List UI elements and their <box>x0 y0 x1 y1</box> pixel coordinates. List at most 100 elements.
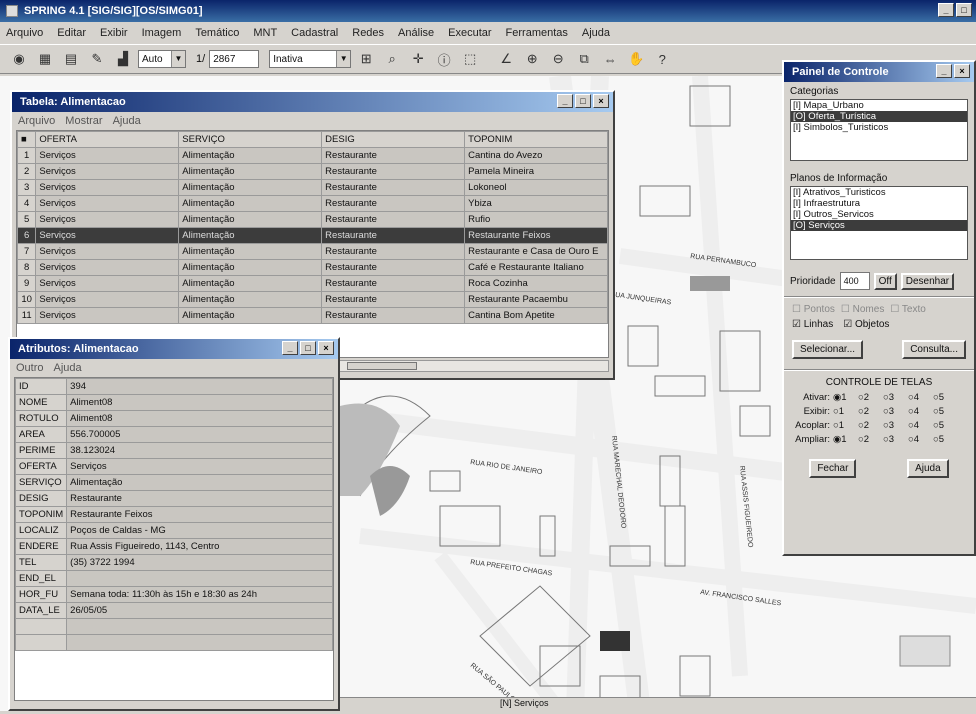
row-number[interactable]: 10 <box>17 291 37 308</box>
table-cell[interactable]: Restaurante <box>321 307 466 324</box>
screen-radio[interactable]: ○3 <box>883 420 905 431</box>
table-cell[interactable]: Restaurante Feixos <box>464 227 608 244</box>
row-number[interactable]: 7 <box>17 243 37 260</box>
menu-item[interactable]: Imagem <box>142 27 182 39</box>
edit-line-icon[interactable]: ∠ <box>495 48 518 70</box>
attribute-row[interactable]: NOME Aliment08 <box>15 394 333 411</box>
menu-item[interactable]: Ajuda <box>54 362 82 374</box>
attribute-value[interactable]: Aliment08 <box>66 394 333 411</box>
menu-item[interactable]: Mostrar <box>65 115 102 127</box>
table-row[interactable]: 9 Serviços Alimentação Restaurante Roca Cozi… <box>17 275 608 292</box>
attribute-value[interactable] <box>66 634 333 651</box>
screen-radio[interactable]: ◉1 <box>833 434 855 445</box>
minimize-button[interactable]: _ <box>282 341 298 355</box>
attribute-row[interactable]: ID 394 <box>15 378 333 395</box>
zoom-in-icon[interactable]: ⊕ <box>521 48 544 70</box>
attribute-row[interactable] <box>15 634 333 651</box>
table-cell[interactable]: Alimentação <box>178 195 323 212</box>
pan-icon[interactable]: ⇔ <box>599 48 622 70</box>
nodes-checkbox[interactable]: ☐ Nomes <box>841 304 884 315</box>
row-number[interactable]: 9 <box>17 275 37 292</box>
table-row[interactable]: 5 Serviços Alimentação Restaurante Rufio <box>17 211 608 228</box>
objects-checkbox[interactable]: ☑ Objetos <box>843 319 889 330</box>
table-row[interactable]: 1 Serviços Alimentação Restaurante Cantina d… <box>17 147 608 164</box>
attribute-value[interactable]: Rua Assis Figueiredo, 1143, Centro <box>66 538 333 555</box>
view-select[interactable]: Inativa ▼ <box>269 50 352 68</box>
select-button[interactable]: Selecionar... <box>792 340 864 359</box>
attributes-table[interactable]: ID 394 NOME Aliment08 ROTULO Aliment08 AREA 556… <box>15 378 333 651</box>
table-cell[interactable]: Restaurante <box>321 147 466 164</box>
attribute-table[interactable]: ■ OFERTA SERVIÇO DESIG TOPONIM 1 Serviços Alim… <box>17 131 608 324</box>
attribute-row[interactable]: HOR_FU Semana toda: 11:30h às 15h e 18:30… <box>15 586 333 603</box>
info-plane-item[interactable]: [I] Atrativos_Turisticos <box>791 187 967 198</box>
table-cell[interactable]: Ybiza <box>464 195 608 212</box>
table-cell[interactable]: Serviços <box>35 227 180 244</box>
screen-radio[interactable]: ○5 <box>933 406 955 417</box>
attribute-value[interactable]: 556.700005 <box>66 426 333 443</box>
attribute-value[interactable]: 38.123024 <box>66 442 333 459</box>
row-number[interactable]: 11 <box>17 307 37 324</box>
menu-item[interactable]: Editar <box>57 27 86 39</box>
screen-radio[interactable]: ○5 <box>933 392 955 403</box>
category-item[interactable]: [I] Simbolos_Turisticos <box>791 122 967 133</box>
attribute-value[interactable]: Serviços <box>66 458 333 475</box>
screen-radio[interactable]: ◉1 <box>833 392 855 403</box>
table-cell[interactable]: Restaurante <box>321 211 466 228</box>
attribute-value[interactable]: 394 <box>66 378 333 395</box>
pencil-icon[interactable]: ✎ <box>86 48 108 70</box>
table-cell[interactable]: Restaurante <box>321 195 466 212</box>
menu-item[interactable]: Arquivo <box>18 115 55 127</box>
table-cell[interactable]: Roca Cozinha <box>464 275 608 292</box>
table-row[interactable]: 7 Serviços Alimentação Restaurante Restauran… <box>17 243 608 260</box>
menu-item[interactable]: Executar <box>448 27 491 39</box>
table-cell[interactable]: Alimentação <box>178 163 323 180</box>
table-row[interactable]: 3 Serviços Alimentação Restaurante Lokoneol <box>17 179 608 196</box>
minimize-button[interactable]: _ <box>938 3 954 17</box>
screen-radio[interactable]: ○3 <box>883 434 905 445</box>
zoom-window-icon[interactable]: ⧉ <box>573 48 596 70</box>
attribute-row[interactable]: ROTULO Aliment08 <box>15 410 333 427</box>
crosshair-icon[interactable]: ✛ <box>407 48 430 70</box>
info-icon[interactable]: ⓘ <box>433 48 456 70</box>
layers-icon[interactable]: ▤ <box>60 48 82 70</box>
menu-item[interactable]: Outro <box>16 362 44 374</box>
row-number[interactable]: 6 <box>17 227 37 244</box>
table-cell[interactable]: Alimentação <box>178 179 323 196</box>
table-cell[interactable]: Serviços <box>35 195 180 212</box>
chart-icon[interactable]: ▟ <box>112 48 134 70</box>
attribute-row[interactable]: DESIG Restaurante <box>15 490 333 507</box>
attribute-row[interactable]: AREA 556.700005 <box>15 426 333 443</box>
minimize-button[interactable]: _ <box>557 94 573 108</box>
table-cell[interactable]: Restaurante <box>321 179 466 196</box>
query-button[interactable]: Consulta... <box>902 340 966 359</box>
category-item[interactable]: [O] Oferta_Turística <box>791 111 967 122</box>
menu-item[interactable]: Análise <box>398 27 434 39</box>
attribute-value[interactable]: Semana toda: 11:30h às 15h e 18:30 as 24… <box>66 586 333 603</box>
attribute-value[interactable]: Alimentação <box>66 474 333 491</box>
table-cell[interactable]: Alimentação <box>178 259 323 276</box>
categories-list[interactable]: [I] Mapa_Urbano [O] Oferta_Turística [I] S… <box>790 99 968 161</box>
screen-radio[interactable]: ○4 <box>908 406 930 417</box>
close-button[interactable]: × <box>318 341 334 355</box>
screen-radio[interactable]: ○1 <box>833 406 855 417</box>
screen-radio[interactable]: ○4 <box>908 392 930 403</box>
help-button[interactable]: Ajuda <box>907 459 949 478</box>
attribute-row[interactable]: PERIME 38.123024 <box>15 442 333 459</box>
attribute-row[interactable]: LOCALIZ Poços de Caldas - MG <box>15 522 333 539</box>
screen-radio[interactable]: ○4 <box>908 420 930 431</box>
select-icon[interactable]: ⬚ <box>459 48 482 70</box>
row-number[interactable]: 4 <box>17 195 37 212</box>
attribute-value[interactable] <box>66 618 333 635</box>
close-button[interactable]: × <box>954 64 970 78</box>
grid-icon[interactable]: ▦ <box>34 48 56 70</box>
menu-item[interactable]: Temático <box>195 27 239 39</box>
table-cell[interactable]: Serviços <box>35 275 180 292</box>
attributes-window-titlebar[interactable]: Atributos: Alimentacao _ □ × <box>10 339 338 359</box>
text-checkbox[interactable]: ☐ Texto <box>890 304 925 315</box>
table-cell[interactable]: Alimentação <box>178 243 323 260</box>
table-cell[interactable]: Cantina Bom Apetite <box>464 307 608 324</box>
menu-item[interactable]: Ajuda <box>582 27 610 39</box>
column-header[interactable]: SERVIÇO <box>178 131 323 148</box>
attribute-value[interactable]: Aliment08 <box>66 410 333 427</box>
table-cell[interactable]: Rufio <box>464 211 608 228</box>
